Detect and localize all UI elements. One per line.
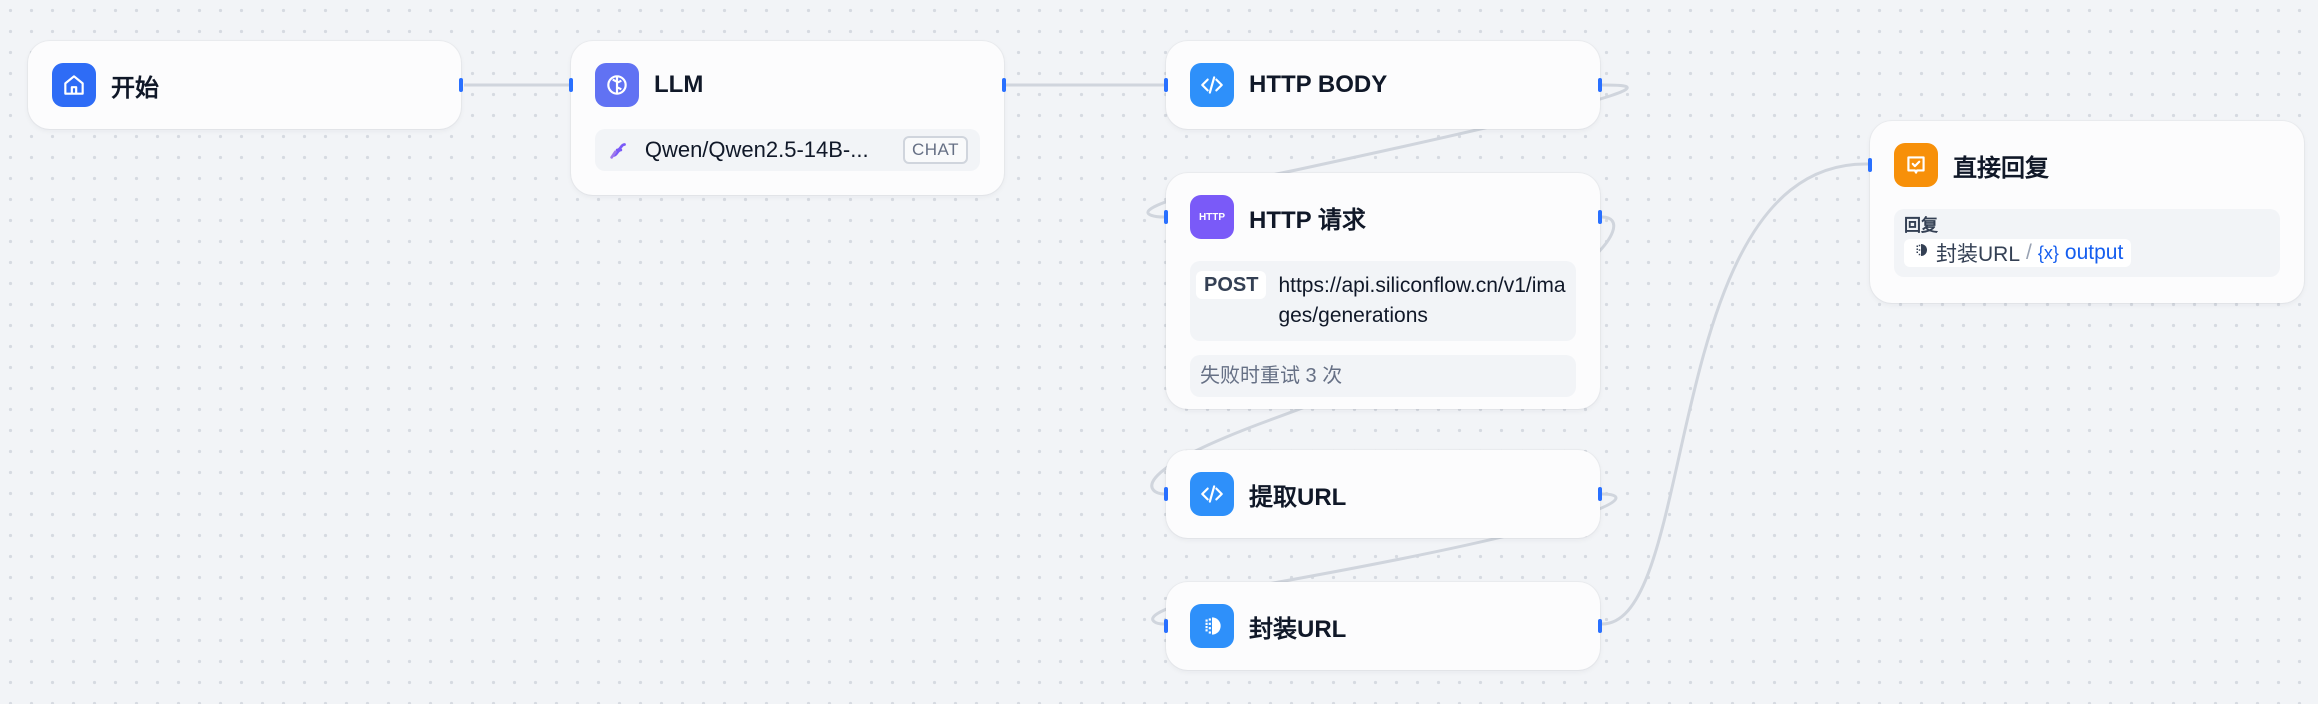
workflow-canvas[interactable]: 开始 LLM Qwen/Qwen2.5-14B-... CHAT HTTP BO…: [0, 0, 2318, 704]
node-llm[interactable]: LLM Qwen/Qwen2.5-14B-... CHAT: [569, 41, 1006, 195]
output-handle[interactable]: [459, 78, 463, 92]
input-handle[interactable]: [1164, 619, 1168, 633]
edge-wrap-answer[interactable]: [1601, 162, 1869, 626]
node-http-request[interactable]: HTTP HTTP 请求 POST https://api.siliconflo…: [1164, 173, 1602, 409]
output-handle[interactable]: [1598, 619, 1602, 633]
template-icon: [1190, 604, 1234, 648]
http-icon: HTTP: [1190, 195, 1234, 239]
variable-node-name: 封装URL: [1936, 243, 2021, 266]
code-icon: [1190, 63, 1234, 107]
variable-separator: /: [2026, 241, 2032, 264]
template-icon: [1912, 241, 1930, 265]
node-http-body[interactable]: HTTP BODY: [1164, 41, 1602, 129]
output-handle[interactable]: [1598, 210, 1602, 224]
variable-icon: {x}: [2037, 242, 2059, 263]
node-title: HTTP BODY: [1249, 71, 1388, 98]
request-url: https://api.siliconflow.cn/v1/images/gen…: [1278, 274, 1566, 327]
mode-badge: CHAT: [902, 136, 968, 164]
variable-name: output: [2064, 241, 2124, 264]
node-title: 封装URL: [1249, 615, 1347, 643]
node-title: HTTP 请求: [1249, 206, 1366, 234]
variable-reference[interactable]: 封装URL / {x} output: [1904, 239, 2132, 267]
node-title: 直接回复: [1953, 154, 2049, 182]
node-title: LLM: [654, 71, 704, 98]
input-handle[interactable]: [569, 78, 573, 92]
output-handle[interactable]: [1002, 78, 1006, 92]
node-title: 开始: [111, 74, 159, 102]
request-summary: POST https://api.siliconflow.cn/v1/image…: [1190, 261, 1576, 341]
siliconflow-logo-icon: [607, 138, 631, 162]
input-handle[interactable]: [1868, 158, 1872, 172]
answer-icon: [1894, 143, 1938, 187]
node-title: 提取URL: [1249, 483, 1347, 511]
retry-info: 失败时重试 3 次: [1190, 355, 1576, 397]
reply-content: 回复 封装URL / {x} output: [1894, 209, 2280, 277]
node-extract-url[interactable]: 提取URL: [1164, 450, 1602, 538]
node-start[interactable]: 开始: [28, 41, 463, 129]
input-handle[interactable]: [1164, 210, 1168, 224]
node-answer[interactable]: 直接回复 回复 封装URL / {x} output: [1868, 121, 2304, 303]
home-icon: [52, 63, 96, 107]
node-wrap-url[interactable]: 封装URL: [1164, 582, 1602, 670]
code-icon: [1190, 472, 1234, 516]
output-handle[interactable]: [1598, 78, 1602, 92]
reply-label: 回复: [1904, 216, 1938, 235]
model-name: Qwen/Qwen2.5-14B-...: [644, 137, 869, 162]
http-method: POST: [1196, 271, 1267, 299]
input-handle[interactable]: [1164, 487, 1168, 501]
llm-brain-icon: [595, 63, 639, 107]
model-selector[interactable]: Qwen/Qwen2.5-14B-... CHAT: [595, 129, 980, 171]
output-handle[interactable]: [1598, 487, 1602, 501]
input-handle[interactable]: [1164, 78, 1168, 92]
